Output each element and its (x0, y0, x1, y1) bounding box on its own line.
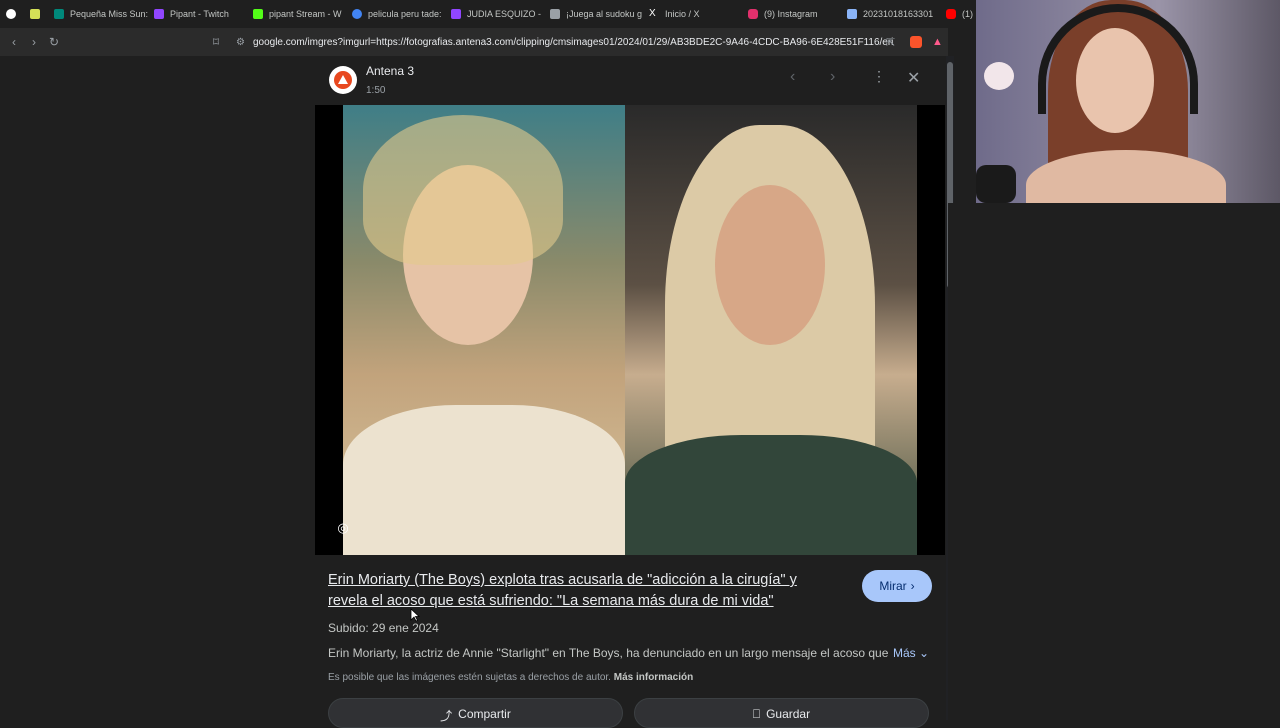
reload-icon[interactable]: ↻ (44, 35, 64, 49)
webcam-chair (976, 165, 1016, 203)
photo-right (625, 105, 917, 555)
url-text: google.com/imgres?imgurl=https://fotogra… (252, 36, 893, 48)
mirar-button[interactable]: Mirar › (862, 570, 932, 602)
twitch-icon (154, 9, 164, 19)
site-favicon (54, 9, 64, 19)
tab-9[interactable]: (9) Instagram (742, 0, 841, 28)
previous-icon[interactable]: ‹ (790, 68, 795, 86)
next-icon[interactable]: › (830, 68, 835, 86)
upload-date: Subido: 29 ene 2024 (328, 621, 439, 635)
back-icon[interactable]: ‹ (4, 35, 24, 49)
instagram-icon (748, 9, 758, 19)
tab-label: Inicio / X (665, 9, 700, 19)
more-info-link[interactable]: Más información (614, 672, 693, 683)
tab-2[interactable]: Pequeña Miss Sun: (48, 0, 148, 28)
tab-label: (9) Instagram (764, 9, 818, 19)
share-icon: ⤴ (440, 709, 453, 723)
tab-5[interactable]: pelicula peru tade: (346, 0, 445, 28)
tab-4[interactable]: pipant Stream - W (247, 0, 346, 28)
tab-label: (1) (962, 9, 973, 19)
chevron-right-icon: › (910, 579, 915, 593)
google-icon (352, 9, 362, 19)
tab-11[interactable]: (1) (940, 0, 973, 28)
webcam-plush (984, 62, 1014, 90)
tab-bar: Pequeña Miss Sun: Pipant - Twitch pipant… (0, 0, 976, 28)
tab-1[interactable] (24, 0, 48, 28)
more-options-icon[interactable]: ⋮ (872, 68, 886, 85)
tab-0[interactable] (0, 0, 24, 28)
preview-image[interactable]: ◎ (315, 105, 945, 555)
bookmark-icon[interactable]: ⌑ (206, 35, 226, 49)
rewards-icon[interactable]: ▲ (932, 36, 943, 48)
brave-shield-icon[interactable] (910, 36, 922, 48)
save-label: Guardar (766, 707, 811, 721)
tab-label: JUDIA ESQUIZO - (467, 9, 542, 19)
copyright-notice: Es posible que las imágenes estén sujeta… (328, 672, 693, 683)
tab-3[interactable]: Pipant - Twitch (148, 0, 247, 28)
tab-10[interactable]: 20231018163301 (841, 0, 940, 28)
google-lens-icon[interactable]: ◎ (333, 518, 353, 538)
pinned-tab-icon (30, 9, 40, 19)
tab-6[interactable]: JUDIA ESQUIZO - (445, 0, 544, 28)
source-subtitle: 1:50 (366, 85, 386, 96)
share-label: Compartir (458, 707, 511, 721)
tab-label: 20231018163301 (863, 9, 934, 19)
tab-7[interactable]: ¡Juega al sudoku g (544, 0, 643, 28)
photo-left (343, 105, 625, 555)
right-background (948, 203, 1280, 720)
tab-label: Pipant - Twitch (170, 9, 229, 19)
save-button[interactable]: ⎕ Guardar (634, 698, 929, 728)
collar-left (343, 405, 625, 555)
tab-label: ¡Juega al sudoku g (566, 9, 643, 19)
tab-label: Pequeña Miss Sun: (70, 9, 148, 19)
source-name[interactable]: Antena 3 (366, 64, 414, 78)
article-description: Erin Moriarty, la actriz de Annie "Starl… (328, 646, 888, 660)
twitch-icon (451, 9, 461, 19)
grid-icon (550, 9, 560, 19)
browser-toolbar: ‹ › ↻ ⌑ ⚙ google.com/imgres?imgurl=https… (0, 28, 948, 56)
forward-icon[interactable]: › (24, 35, 44, 49)
close-icon[interactable]: ✕ (907, 68, 920, 88)
x-icon: X (649, 8, 656, 19)
heart-icon (6, 9, 16, 19)
tab-8[interactable]: X Inicio / X (643, 0, 742, 28)
tab-label: pelicula peru tade: (368, 9, 442, 19)
article-title-link[interactable]: Erin Moriarty (The Boys) explota tras ac… (328, 570, 838, 612)
youtube-icon (946, 9, 956, 19)
share-icon[interactable]: ⇱ (886, 36, 895, 49)
more-label: Más (893, 646, 916, 660)
address-bar[interactable]: ⚙ google.com/imgres?imgurl=https://fotog… (230, 31, 950, 53)
copyright-text: Es posible que las imágenes estén sujeta… (328, 672, 611, 683)
mirar-label: Mirar (879, 579, 907, 593)
site-info-icon[interactable]: ⚙ (236, 37, 245, 48)
document-icon (847, 9, 857, 19)
share-button[interactable]: ⤴ Compartir (328, 698, 623, 728)
face-right (715, 185, 825, 345)
antena3-logo (329, 66, 357, 94)
more-button[interactable]: Más ⌄ (893, 646, 929, 660)
shirt-right (625, 435, 917, 555)
tab-label: pipant Stream - W (269, 9, 342, 19)
mouse-cursor-icon (410, 608, 420, 622)
chevron-down-icon: ⌄ (919, 646, 930, 660)
webcam-overlay (976, 0, 1280, 203)
hair-left (363, 115, 563, 265)
kick-icon (253, 9, 263, 19)
